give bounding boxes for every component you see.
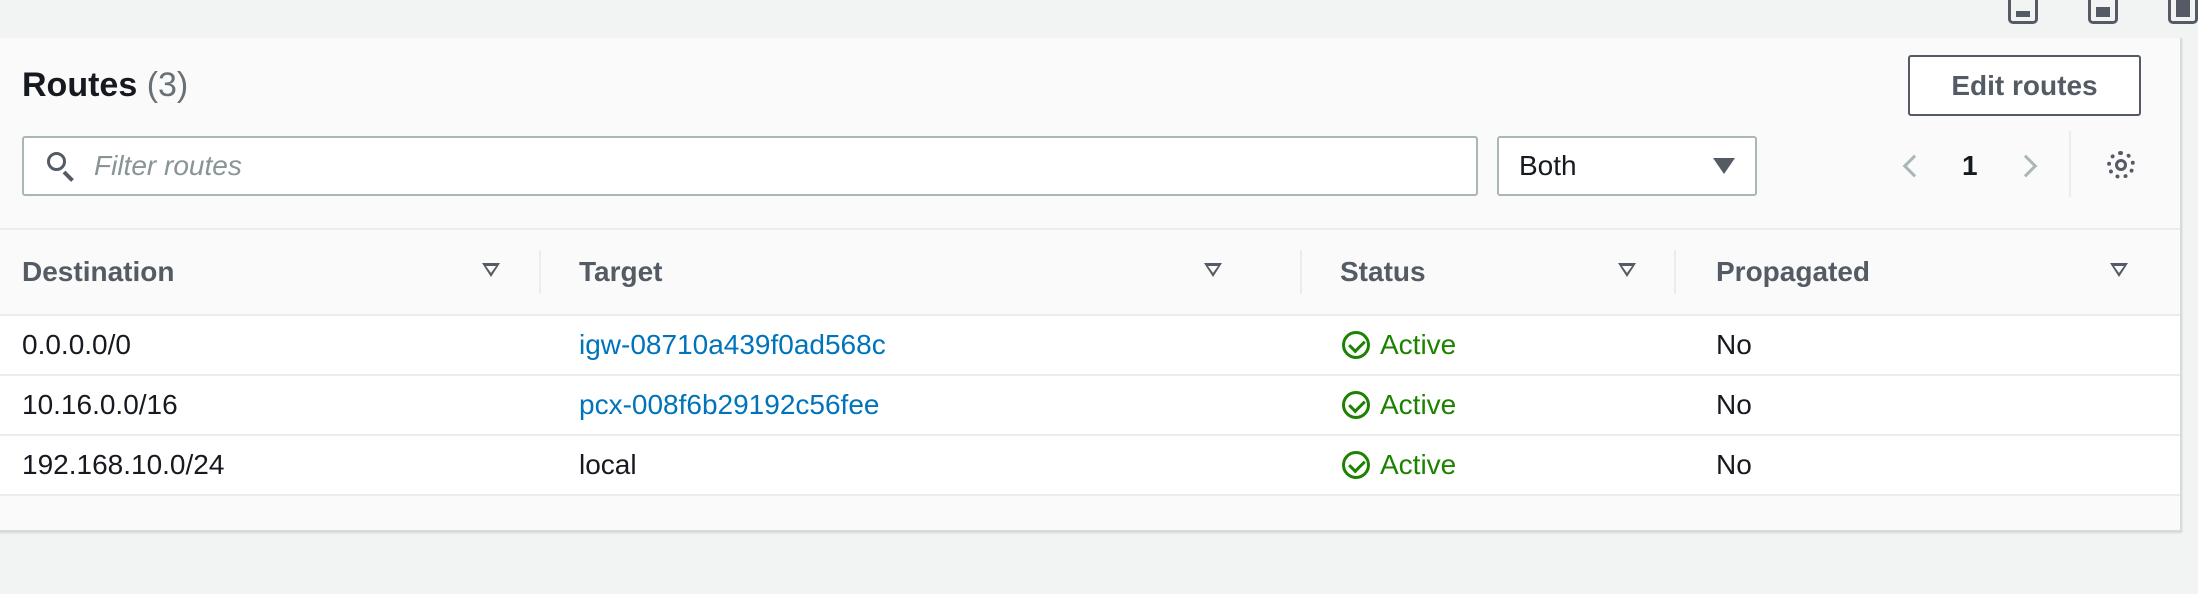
pagination: 1 [1890, 136, 2050, 196]
layout-full-icon[interactable] [2168, 0, 2198, 24]
layout-bottom-half-icon[interactable] [2088, 0, 2118, 24]
cell-destination: 192.168.10.0/24 [22, 449, 225, 480]
pager-divider [2069, 131, 2071, 197]
chevron-right-icon[interactable] [2014, 154, 2037, 178]
chevron-left-icon[interactable] [1902, 154, 1926, 178]
status-badge: Active [1340, 449, 1676, 481]
column-header-target[interactable]: Target [541, 230, 1302, 314]
cell-target: local [579, 449, 637, 480]
cell-propagated: No [1716, 329, 1752, 360]
caret-down-icon [1713, 158, 1735, 174]
routes-count: (3) [146, 66, 189, 104]
table-row[interactable]: 10.16.0.0/16 pcx-008f6b29192c56fee Activ… [0, 376, 2180, 436]
gear-icon[interactable] [2104, 148, 2138, 182]
cell-destination: 10.16.0.0/16 [22, 389, 178, 420]
target-link[interactable]: igw-08710a439f0ad568c [579, 329, 886, 360]
table-header: Destination Target Status Propagated [0, 228, 2180, 316]
propagation-filter-select[interactable]: Both [1497, 136, 1757, 196]
panel-title: Routes (3) [22, 66, 188, 105]
sort-icon[interactable] [1204, 263, 1222, 277]
status-badge: Active [1340, 329, 1676, 361]
status-ok-icon [1342, 391, 1370, 419]
routes-table: Destination Target Status Propagated 0.0… [0, 228, 2180, 496]
status-ok-icon [1342, 331, 1370, 359]
table-row[interactable]: 0.0.0.0/0 igw-08710a439f0ad568c Active N… [0, 316, 2180, 376]
drag-handle-icon[interactable] [955, 0, 989, 10]
sort-icon[interactable] [2110, 263, 2128, 277]
status-badge: Active [1340, 389, 1676, 421]
cell-destination: 0.0.0.0/0 [22, 329, 131, 360]
sort-icon[interactable] [482, 263, 500, 277]
edit-routes-button[interactable]: Edit routes [1908, 55, 2141, 116]
column-header-status[interactable]: Status [1302, 230, 1676, 314]
filter-routes-input[interactable] [92, 149, 1396, 183]
select-value: Both [1519, 150, 1577, 181]
target-link[interactable]: pcx-008f6b29192c56fee [579, 389, 879, 420]
cell-propagated: No [1716, 389, 1752, 420]
table-row[interactable]: 192.168.10.0/24 local Active No [0, 436, 2180, 496]
cell-propagated: No [1716, 449, 1752, 480]
page-number[interactable]: 1 [1962, 150, 1978, 182]
column-header-destination[interactable]: Destination [0, 230, 541, 314]
column-header-propagated[interactable]: Propagated [1676, 230, 2180, 314]
filter-box[interactable] [22, 136, 1478, 196]
panel-title-text: Routes [22, 66, 138, 104]
status-ok-icon [1342, 451, 1370, 479]
layout-bottom-small-icon[interactable] [2008, 0, 2038, 24]
layout-toggle-group [2008, 0, 2198, 26]
search-icon [44, 149, 78, 183]
sort-icon[interactable] [1618, 263, 1636, 277]
